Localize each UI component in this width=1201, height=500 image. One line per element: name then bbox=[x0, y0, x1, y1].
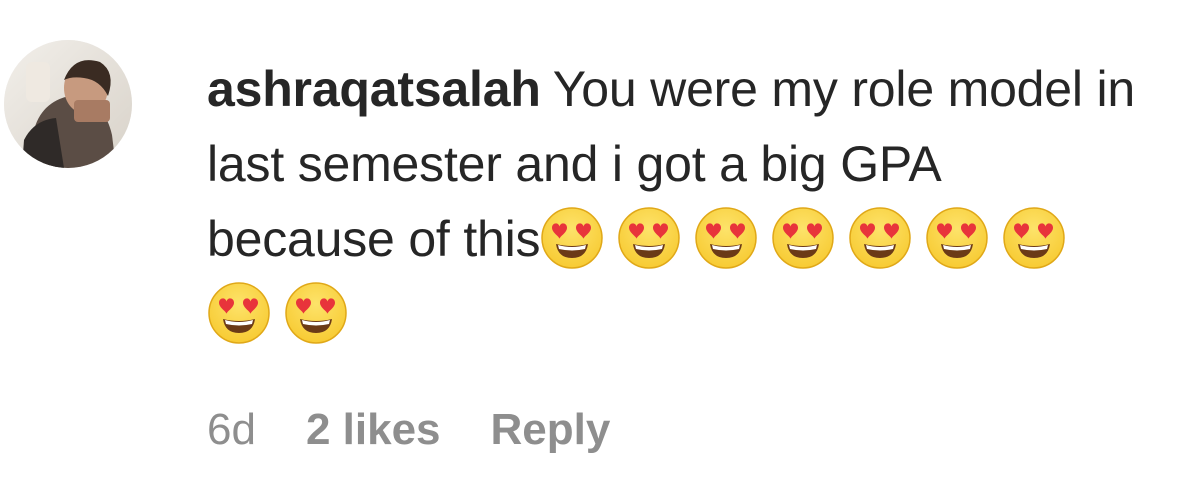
comment-body: ashraqatsalah You were my role model in l… bbox=[207, 52, 1137, 352]
heart-eyes-emoji-icon bbox=[694, 206, 758, 270]
heart-eyes-emoji-icon bbox=[540, 206, 604, 270]
heart-eyes-emoji-icon bbox=[1002, 206, 1066, 270]
heart-eyes-emoji-icon bbox=[848, 206, 912, 270]
comment-likes[interactable]: 2 likes bbox=[306, 405, 441, 454]
user-avatar[interactable] bbox=[4, 40, 132, 168]
comment-username[interactable]: ashraqatsalah bbox=[207, 61, 541, 117]
avatar-photo-icon bbox=[4, 40, 132, 168]
heart-eyes-emoji-icon bbox=[771, 206, 835, 270]
heart-eyes-emoji-icon bbox=[284, 281, 348, 345]
comment-meta: 6d 2 likes Reply bbox=[207, 402, 660, 458]
heart-eyes-emoji-icon bbox=[617, 206, 681, 270]
heart-eyes-emoji-icon bbox=[925, 206, 989, 270]
reply-button[interactable]: Reply bbox=[491, 405, 611, 454]
comment-age[interactable]: 6d bbox=[207, 405, 256, 454]
comment-item: ashraqatsalah You were my role model in l… bbox=[0, 0, 1201, 500]
heart-eyes-emoji-icon bbox=[207, 281, 271, 345]
